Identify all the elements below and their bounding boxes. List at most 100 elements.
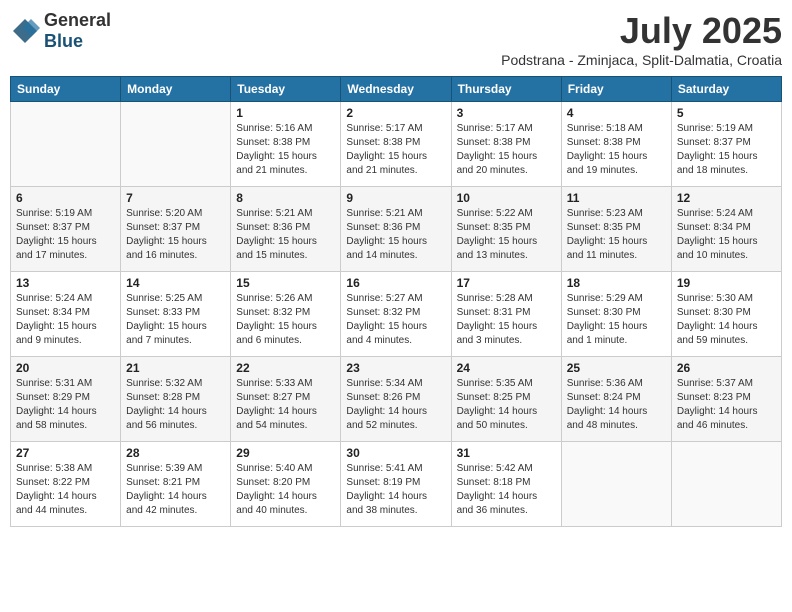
day-info: Sunrise: 5:18 AM Sunset: 8:38 PM Dayligh… <box>567 122 666 178</box>
calendar-cell: 16Sunrise: 5:27 AM Sunset: 8:32 PM Dayli… <box>341 272 451 357</box>
calendar-cell: 28 Sunrise: 5:39 AM Sunset: 8:21 PM Dayli… <box>121 442 231 527</box>
day-number: 1 <box>236 106 335 120</box>
calendar-cell: 13 Sunrise: 5:24 AM Sunset: 8:34 PM Dayli… <box>11 272 121 357</box>
calendar-cell: 27Sunrise: 5:38 AM Sunset: 8:22 PM Dayli… <box>11 442 121 527</box>
weekday-header-saturday: Saturday <box>671 77 781 102</box>
day-number: 19 <box>677 276 776 290</box>
day-info: Sunrise: 5:19 AM Sunset: 8:37 PM Dayligh… <box>677 122 776 178</box>
logo-general: General <box>44 10 111 30</box>
calendar-cell: 7Sunrise: 5:20 AM Sunset: 8:37 PM Daylig… <box>121 187 231 272</box>
day-number: 21 <box>126 361 225 375</box>
weekday-header-thursday: Thursday <box>451 77 561 102</box>
day-info: Sunrise: 5:19 AM Sunset: 8:37 PM Dayligh… <box>16 207 115 263</box>
calendar-week-row: 27Sunrise: 5:38 AM Sunset: 8:22 PM Dayli… <box>11 442 782 527</box>
day-number: 13 <box>16 276 115 290</box>
calendar-cell <box>11 102 121 187</box>
day-number: 20 <box>16 361 115 375</box>
calendar-table: SundayMondayTuesdayWednesdayThursdayFrid… <box>10 76 782 527</box>
day-number: 3 <box>457 106 556 120</box>
day-number: 9 <box>346 191 445 205</box>
day-info: Sunrise: 5:31 AM Sunset: 8:29 PM Dayligh… <box>16 377 115 433</box>
day-info: Sunrise: 5:27 AM Sunset: 8:32 PM Dayligh… <box>346 292 445 348</box>
day-number: 23 <box>346 361 445 375</box>
day-number: 22 <box>236 361 335 375</box>
day-number: 30 <box>346 446 445 460</box>
calendar-cell: 24Sunrise: 5:35 AM Sunset: 8:25 PM Dayli… <box>451 357 561 442</box>
day-number: 5 <box>677 106 776 120</box>
day-number: 14 <box>126 276 225 290</box>
calendar-cell: 2 Sunrise: 5:17 AM Sunset: 8:38 PM Daylig… <box>341 102 451 187</box>
calendar-cell: 5 Sunrise: 5:19 AM Sunset: 8:37 PM Daylig… <box>671 102 781 187</box>
day-number: 17 <box>457 276 556 290</box>
day-number: 25 <box>567 361 666 375</box>
calendar-cell: 15Sunrise: 5:26 AM Sunset: 8:32 PM Dayli… <box>231 272 341 357</box>
day-info: Sunrise: 5:22 AM Sunset: 8:35 PM Dayligh… <box>457 207 556 263</box>
day-info: Sunrise: 5:21 AM Sunset: 8:36 PM Dayligh… <box>346 207 445 263</box>
calendar-cell: 3 Sunrise: 5:17 AM Sunset: 8:38 PM Daylig… <box>451 102 561 187</box>
day-number: 8 <box>236 191 335 205</box>
calendar-week-row: 6 Sunrise: 5:19 AM Sunset: 8:37 PM Daylig… <box>11 187 782 272</box>
day-number: 2 <box>346 106 445 120</box>
day-info: Sunrise: 5:28 AM Sunset: 8:31 PM Dayligh… <box>457 292 556 348</box>
day-info: Sunrise: 5:17 AM Sunset: 8:38 PM Dayligh… <box>457 122 556 178</box>
calendar-cell: 20 Sunrise: 5:31 AM Sunset: 8:29 PM Dayli… <box>11 357 121 442</box>
day-info: Sunrise: 5:25 AM Sunset: 8:33 PM Dayligh… <box>126 292 225 348</box>
calendar-cell: 9 Sunrise: 5:21 AM Sunset: 8:36 PM Daylig… <box>341 187 451 272</box>
day-number: 27 <box>16 446 115 460</box>
page-header: General Blue July 2025 Podstrana - Zminj… <box>10 10 782 68</box>
calendar-cell: 17 Sunrise: 5:28 AM Sunset: 8:31 PM Dayli… <box>451 272 561 357</box>
logo-icon <box>10 16 40 46</box>
day-info: Sunrise: 5:39 AM Sunset: 8:21 PM Dayligh… <box>126 462 225 518</box>
day-number: 31 <box>457 446 556 460</box>
day-info: Sunrise: 5:29 AM Sunset: 8:30 PM Dayligh… <box>567 292 666 348</box>
day-number: 18 <box>567 276 666 290</box>
day-info: Sunrise: 5:16 AM Sunset: 8:38 PM Dayligh… <box>236 122 335 178</box>
day-number: 10 <box>457 191 556 205</box>
logo: General Blue <box>10 10 111 52</box>
calendar-week-row: 13 Sunrise: 5:24 AM Sunset: 8:34 PM Dayli… <box>11 272 782 357</box>
calendar-cell: 14 Sunrise: 5:25 AM Sunset: 8:33 PM Dayli… <box>121 272 231 357</box>
day-number: 28 <box>126 446 225 460</box>
day-number: 26 <box>677 361 776 375</box>
day-number: 7 <box>126 191 225 205</box>
calendar-week-row: 1 Sunrise: 5:16 AM Sunset: 8:38 PM Daylig… <box>11 102 782 187</box>
day-number: 15 <box>236 276 335 290</box>
day-info: Sunrise: 5:32 AM Sunset: 8:28 PM Dayligh… <box>126 377 225 433</box>
calendar-cell: 30 Sunrise: 5:41 AM Sunset: 8:19 PM Dayli… <box>341 442 451 527</box>
weekday-header-row: SundayMondayTuesdayWednesdayThursdayFrid… <box>11 77 782 102</box>
day-info: Sunrise: 5:24 AM Sunset: 8:34 PM Dayligh… <box>16 292 115 348</box>
location: Podstrana - Zminjaca, Split-Dalmatia, Cr… <box>501 52 782 68</box>
day-number: 24 <box>457 361 556 375</box>
calendar-cell: 11Sunrise: 5:23 AM Sunset: 8:35 PM Dayli… <box>561 187 671 272</box>
calendar-cell: 22Sunrise: 5:33 AM Sunset: 8:27 PM Dayli… <box>231 357 341 442</box>
day-info: Sunrise: 5:17 AM Sunset: 8:38 PM Dayligh… <box>346 122 445 178</box>
calendar-cell: 6 Sunrise: 5:19 AM Sunset: 8:37 PM Daylig… <box>11 187 121 272</box>
weekday-header-monday: Monday <box>121 77 231 102</box>
calendar-cell: 26 Sunrise: 5:37 AM Sunset: 8:23 PM Dayli… <box>671 357 781 442</box>
calendar-week-row: 20 Sunrise: 5:31 AM Sunset: 8:29 PM Dayli… <box>11 357 782 442</box>
calendar-cell: 8Sunrise: 5:21 AM Sunset: 8:36 PM Daylig… <box>231 187 341 272</box>
day-number: 11 <box>567 191 666 205</box>
day-number: 6 <box>16 191 115 205</box>
calendar-cell <box>121 102 231 187</box>
calendar-cell: 31 Sunrise: 5:42 AM Sunset: 8:18 PM Dayli… <box>451 442 561 527</box>
month-year: July 2025 <box>501 10 782 52</box>
calendar-cell: 1 Sunrise: 5:16 AM Sunset: 8:38 PM Daylig… <box>231 102 341 187</box>
day-info: Sunrise: 5:41 AM Sunset: 8:19 PM Dayligh… <box>346 462 445 518</box>
day-info: Sunrise: 5:42 AM Sunset: 8:18 PM Dayligh… <box>457 462 556 518</box>
calendar-cell: 18 Sunrise: 5:29 AM Sunset: 8:30 PM Dayli… <box>561 272 671 357</box>
day-info: Sunrise: 5:30 AM Sunset: 8:30 PM Dayligh… <box>677 292 776 348</box>
calendar-cell: 21 Sunrise: 5:32 AM Sunset: 8:28 PM Dayli… <box>121 357 231 442</box>
calendar-cell: 29Sunrise: 5:40 AM Sunset: 8:20 PM Dayli… <box>231 442 341 527</box>
calendar-cell: 19 Sunrise: 5:30 AM Sunset: 8:30 PM Dayli… <box>671 272 781 357</box>
weekday-header-sunday: Sunday <box>11 77 121 102</box>
title-block: July 2025 Podstrana - Zminjaca, Split-Da… <box>501 10 782 68</box>
day-info: Sunrise: 5:37 AM Sunset: 8:23 PM Dayligh… <box>677 377 776 433</box>
calendar-cell: 10 Sunrise: 5:22 AM Sunset: 8:35 PM Dayli… <box>451 187 561 272</box>
day-info: Sunrise: 5:34 AM Sunset: 8:26 PM Dayligh… <box>346 377 445 433</box>
logo-text: General Blue <box>44 10 111 52</box>
calendar-cell: 4 Sunrise: 5:18 AM Sunset: 8:38 PM Daylig… <box>561 102 671 187</box>
day-number: 12 <box>677 191 776 205</box>
weekday-header-friday: Friday <box>561 77 671 102</box>
day-number: 4 <box>567 106 666 120</box>
